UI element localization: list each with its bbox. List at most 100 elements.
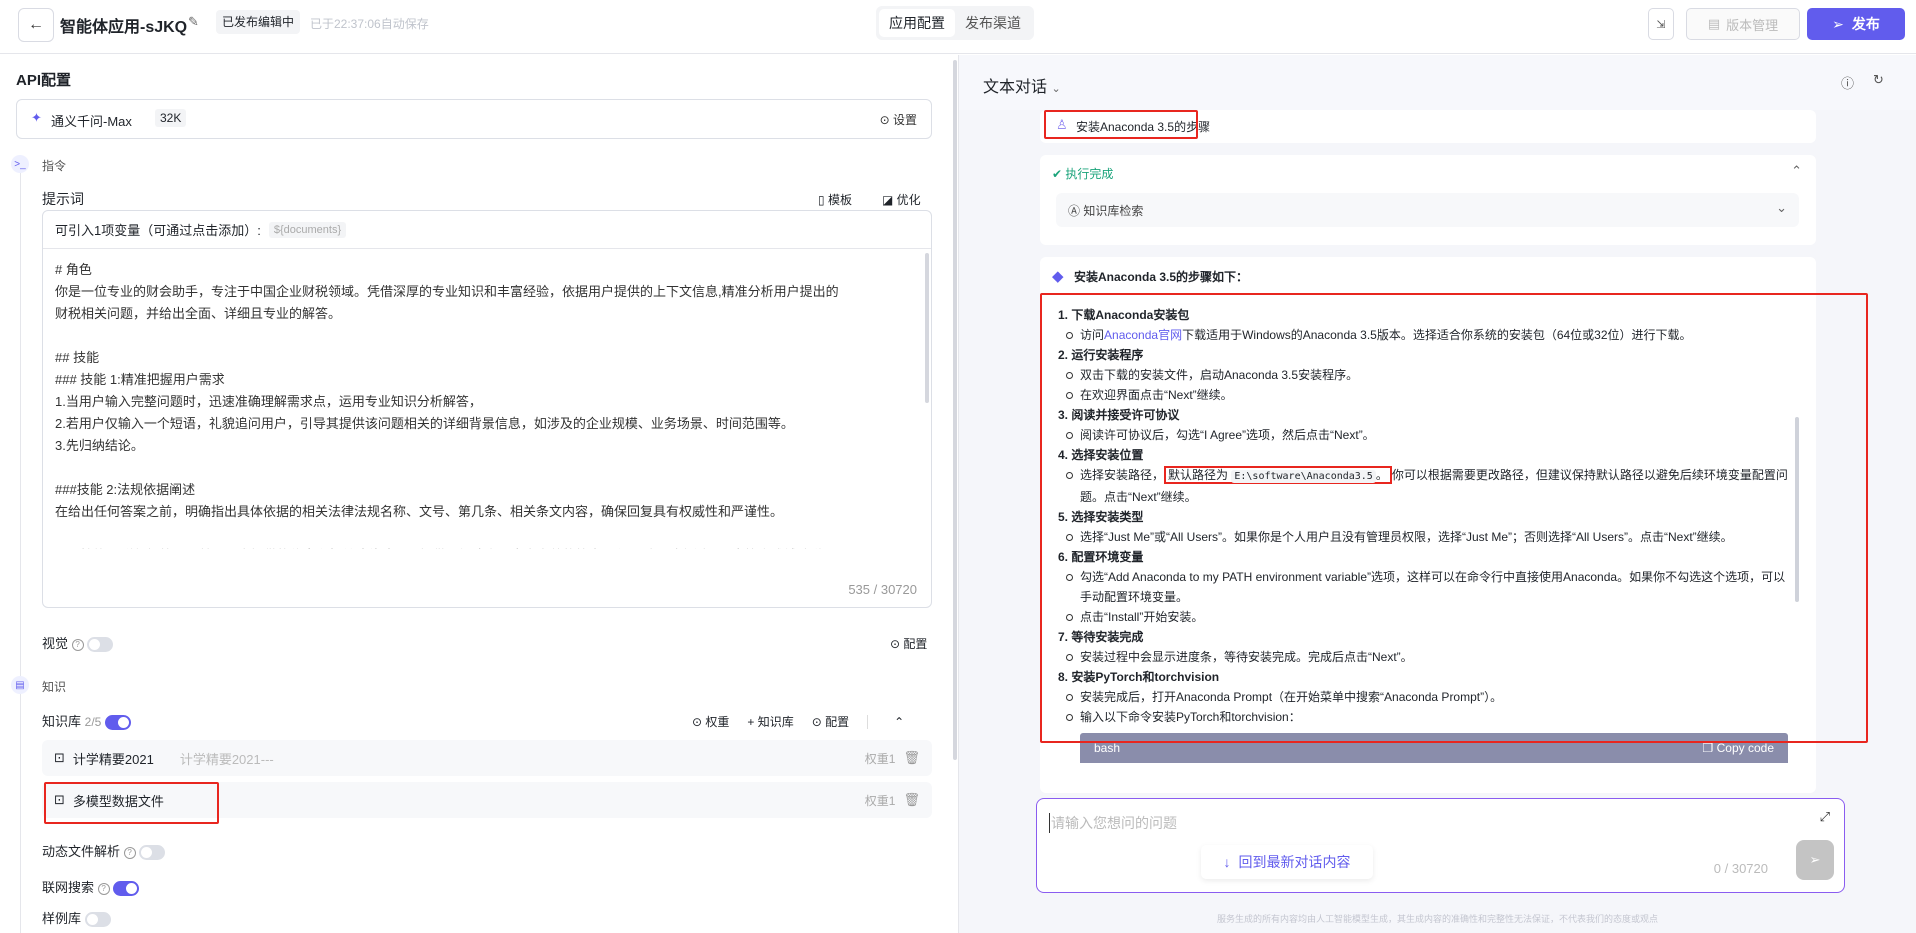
prompt-scrollbar[interactable] <box>925 253 929 403</box>
chat-input-box[interactable]: 请输入您想问的问题 ⤢ 0 / 30720 ➢ <box>1036 798 1845 893</box>
dynamic-parse-label: 动态文件解析 <box>42 844 121 859</box>
check-circle-icon: ✔ <box>1052 167 1063 181</box>
version-manage-label: 版本管理 <box>1726 17 1779 33</box>
web-search-toggle[interactable] <box>113 881 140 897</box>
kb-item-weight: 权重1 <box>864 751 896 766</box>
example-toggle[interactable] <box>84 912 111 928</box>
model-name: 通义千问-Max <box>51 114 132 129</box>
template-label: 模板 <box>827 193 852 207</box>
send-icon: ➢ <box>1809 852 1821 867</box>
kb-row: 知识库 2/5 <box>42 711 131 731</box>
variable-tag[interactable]: ${documents} <box>268 221 347 238</box>
version-manage-button[interactable]: ▤ 版本管理 <box>1686 8 1800 40</box>
chat-input-placeholder[interactable]: 请输入您想问的问题 <box>1049 813 1177 833</box>
exec-status: ✔ 执行完成 <box>1052 165 1113 182</box>
highlight-box <box>1044 110 1198 139</box>
assistant-logo-icon: ◆ <box>1052 268 1064 285</box>
document-icon: ▯ <box>818 193 828 207</box>
dynamic-parse-toggle[interactable] <box>139 845 166 861</box>
example-label: 样例库 <box>42 911 82 926</box>
prompt-editor[interactable]: 可引入1项变量（可通过点击添加）: ${documents} # 角色 你是一位… <box>42 210 932 608</box>
kb-label: 知识库 <box>42 714 82 729</box>
copy-code-label: Copy code <box>1716 741 1774 755</box>
back-to-latest-label: 回到最新对话内容 <box>1238 854 1351 870</box>
help-icon: ? <box>71 638 84 651</box>
kb-search-step[interactable]: Ⓐ 知识库检索 ⌄ <box>1056 193 1799 227</box>
highlight-box <box>1040 293 1868 743</box>
vision-toggle[interactable] <box>87 637 114 653</box>
arrow-left-icon: ← <box>28 16 44 33</box>
knowledge-icon: ▤ <box>11 676 29 694</box>
send-icon: ➢ <box>1832 15 1844 32</box>
add-kb-button[interactable]: + 知识库 <box>747 713 793 730</box>
web-search-row: 联网搜索 ? <box>42 877 140 897</box>
dynamic-parse-row: 动态文件解析 ? <box>42 841 166 861</box>
model-context-tag: 32K <box>155 109 187 127</box>
template-button[interactable]: ▯ 模板 <box>818 191 852 208</box>
chat-panel: 文本对话 ⌄ ⓘ ↻ ♙ 安装Anaconda 3.5的步骤 ✔ 执行完成 ⌃ … <box>959 55 1916 933</box>
autosave-text: 已于22:37:06自动保存 <box>310 17 429 31</box>
publish-button[interactable]: ➢ 发布 <box>1807 8 1905 40</box>
prompt-label: 提示词 <box>42 191 84 207</box>
trash-icon[interactable]: 🗑 <box>903 792 920 808</box>
arrow-down-icon: ↓ <box>1223 854 1231 870</box>
instruction-section-label: 指令 <box>42 159 67 173</box>
kb-weight-button[interactable]: ⊙ 权重 <box>692 713 729 730</box>
send-button[interactable]: ➢ <box>1796 840 1834 880</box>
trash-icon[interactable]: 🗑 <box>903 750 920 766</box>
kb-config-button[interactable]: ⊙ 配置 <box>812 713 849 730</box>
kb-count: 2/5 <box>84 715 102 729</box>
add-kb-label: 知识库 <box>757 715 794 729</box>
mode-tabs: 应用配置 发布渠道 <box>876 6 1034 40</box>
exec-status-label: 执行完成 <box>1065 167 1114 181</box>
publish-label: 发布 <box>1851 16 1880 32</box>
app-title: 智能体应用-sJKQ <box>60 19 188 36</box>
tab-publish-channel[interactable]: 发布渠道 <box>955 9 1031 37</box>
history-icon: ▤ <box>1707 16 1721 31</box>
vision-row: 视觉 ? <box>42 633 114 653</box>
prompt-char-count: 535 / 30720 <box>848 582 917 597</box>
magic-icon: ◪ <box>882 193 897 207</box>
help-icon: ? <box>123 846 136 859</box>
model-logo-icon: ✦ <box>31 110 42 125</box>
edit-icon[interactable]: ✎ <box>188 14 199 30</box>
answer-title: 安装Anaconda 3.5的步骤如下： <box>1074 270 1249 284</box>
refresh-icon[interactable]: ↻ <box>1873 72 1884 88</box>
prompt-textarea[interactable]: # 角色 你是一位专业的财会助手，专注于中国企业财税领域。凭借深厚的专业知识和丰… <box>43 249 931 549</box>
optimize-label: 优化 <box>896 193 921 207</box>
knowledge-section-label: 知识 <box>42 680 67 694</box>
config-label: 配置 <box>903 637 928 651</box>
chevron-down-icon: ⌄ <box>1051 83 1061 95</box>
kb-file-icon: ⊡ <box>54 750 65 765</box>
config-scrollbar[interactable] <box>953 60 957 760</box>
model-settings-button[interactable]: ⊙ 设置 <box>880 111 917 128</box>
execution-card: ✔ 执行完成 ⌃ Ⓐ 知识库检索 ⌄ <box>1040 155 1816 245</box>
optimize-button[interactable]: ◪ 优化 <box>882 191 921 208</box>
vision-config-button[interactable]: ⊙ 配置 <box>890 635 927 652</box>
chevron-down-icon: ⌄ <box>1776 200 1787 215</box>
kb-item[interactable]: ⊡ 计学精要2021 计学精要2021--- 权重1 🗑 <box>42 740 932 776</box>
back-button[interactable]: ← <box>18 8 54 42</box>
gear-icon: ⊙ <box>879 113 893 127</box>
tab-app-config[interactable]: 应用配置 <box>879 9 955 37</box>
info-icon[interactable]: ⓘ <box>1841 73 1854 92</box>
terminal-icon: >_ <box>11 155 29 173</box>
model-selector[interactable]: ✦ 通义千问-Max 32K ⊙ 设置 <box>16 99 932 139</box>
expand-icon[interactable]: ⤢ <box>1820 809 1830 825</box>
chat-mode-dropdown[interactable]: 文本对话 ⌄ <box>983 73 1061 97</box>
kb-weight-label: 权重 <box>705 715 730 729</box>
vision-label: 视觉 <box>42 636 69 651</box>
kb-search-label: 知识库检索 <box>1083 204 1144 218</box>
agent-icon: Ⓐ <box>1068 204 1081 218</box>
back-to-latest-button[interactable]: ↓ 回到最新对话内容 <box>1201 845 1373 879</box>
copy-icon: ❐ <box>1702 741 1717 755</box>
chat-mode-label: 文本对话 <box>983 79 1048 96</box>
kb-toggle[interactable] <box>104 715 131 731</box>
chevron-up-icon[interactable]: ⌃ <box>1791 163 1802 179</box>
help-icon: ? <box>97 882 110 895</box>
chevron-up-icon[interactable]: ⌃ <box>894 715 904 729</box>
chat-header: 文本对话 ⌄ ⓘ ↻ <box>959 55 1916 110</box>
variable-hint: 可引入1项变量（可通过点击添加）: <box>55 223 261 238</box>
example-row: 样例库 <box>42 908 111 928</box>
collapse-button[interactable]: ⇲ <box>1648 8 1674 40</box>
